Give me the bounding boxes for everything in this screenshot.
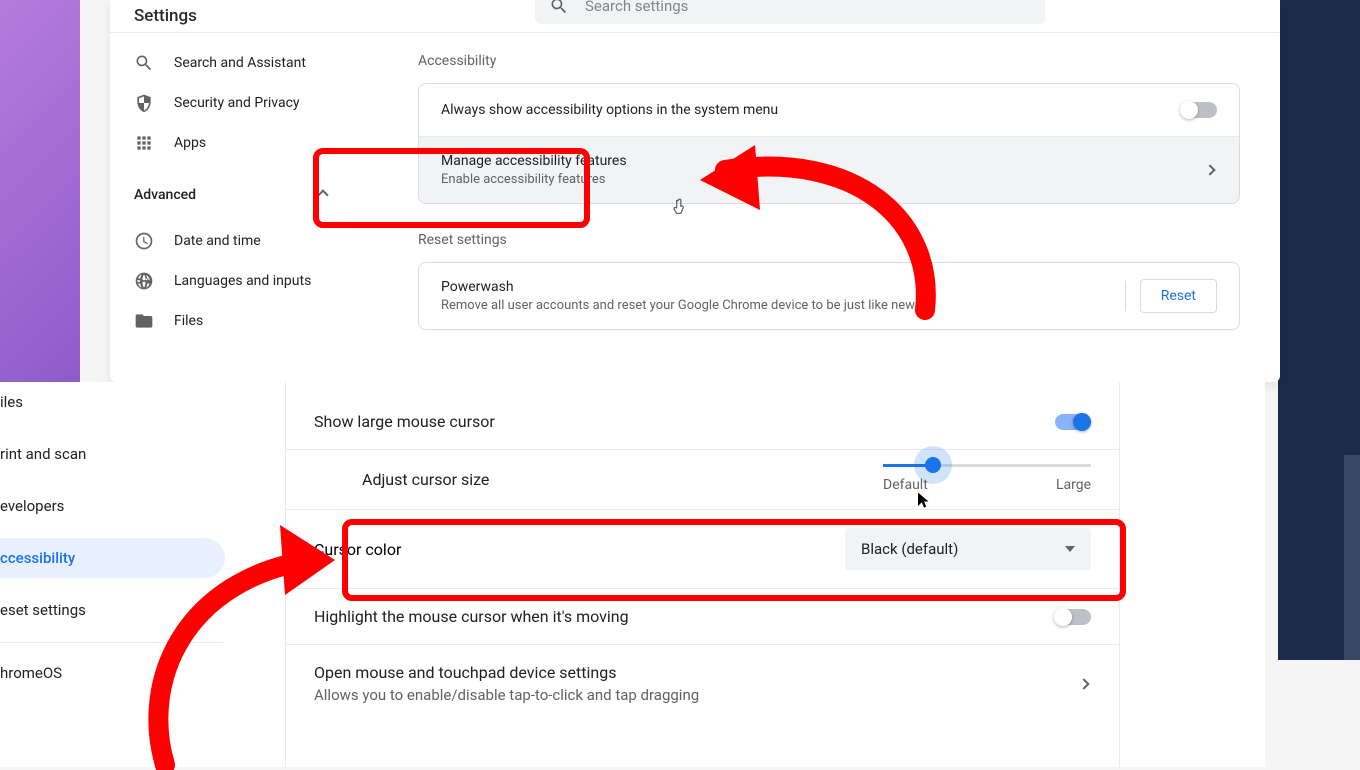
select-value: Black (default) bbox=[861, 540, 958, 558]
settings-sidebar-top: Search and Assistant Security and Privac… bbox=[110, 33, 370, 358]
sidebar-item-files-partial[interactable]: iles bbox=[0, 382, 225, 422]
row-label: Manage accessibility features bbox=[441, 153, 627, 169]
accessibility-mouse-settings: Show large mouse cursor Adjust cursor si… bbox=[285, 382, 1120, 767]
row-show-large-cursor: Show large mouse cursor bbox=[286, 394, 1119, 450]
row-adjust-cursor-size: Adjust cursor size Default Large bbox=[286, 450, 1119, 510]
globe-icon bbox=[134, 271, 154, 291]
row-cursor-color: Cursor color Black (default) bbox=[286, 510, 1119, 589]
chevron-right-icon bbox=[1077, 680, 1091, 688]
sidebar-item-label: Search and Assistant bbox=[174, 55, 306, 71]
sidebar-item-languages-inputs[interactable]: Languages and inputs bbox=[110, 261, 370, 301]
sidebar-item-date-time[interactable]: Date and time bbox=[110, 221, 370, 261]
row-label: Powerwash bbox=[441, 279, 918, 295]
search-icon bbox=[134, 53, 154, 73]
slider-max-label: Large bbox=[1056, 477, 1091, 493]
sidebar-item-chromeos-partial[interactable]: hromeOS bbox=[0, 653, 225, 693]
sidebar-item-accessibility-active[interactable]: ccessibility bbox=[0, 538, 225, 578]
row-sublabel: Enable accessibility features bbox=[441, 172, 627, 187]
settings-panel-bottom: iles rint and scan evelopers ccessibilit… bbox=[0, 382, 1265, 767]
sidebar-separator bbox=[0, 642, 225, 643]
row-label: Adjust cursor size bbox=[362, 464, 489, 489]
search-placeholder: Search settings bbox=[585, 0, 688, 15]
cursor-size-slider[interactable] bbox=[883, 464, 1091, 467]
row-label: Always show accessibility options in the… bbox=[441, 102, 778, 118]
section-heading-reset: Reset settings bbox=[418, 232, 1240, 248]
toggle-highlight-cursor[interactable] bbox=[1055, 609, 1091, 625]
sidebar-item-files[interactable]: Files bbox=[110, 301, 370, 341]
sidebar-item-reset-settings-partial[interactable]: eset settings bbox=[0, 590, 225, 630]
toggle-show-large-cursor[interactable] bbox=[1055, 414, 1091, 430]
apps-grid-icon bbox=[134, 133, 154, 153]
row-powerwash: Powerwash Remove all user accounts and r… bbox=[419, 263, 1239, 329]
sidebar-item-label: Files bbox=[174, 313, 203, 329]
row-label: Show large mouse cursor bbox=[314, 412, 495, 431]
sidebar-item-developers-partial[interactable]: evelopers bbox=[0, 486, 225, 526]
dropdown-icon bbox=[1065, 546, 1075, 552]
row-manage-accessibility-features[interactable]: Manage accessibility features Enable acc… bbox=[419, 136, 1239, 203]
sidebar-item-advanced[interactable]: Advanced bbox=[110, 175, 370, 215]
row-open-mouse-touchpad-settings[interactable]: Open mouse and touchpad device settings … bbox=[286, 645, 1119, 722]
settings-header: Settings Search settings bbox=[110, 0, 1280, 33]
row-always-show-accessibility: Always show accessibility options in the… bbox=[419, 84, 1239, 136]
row-sublabel: Allows you to enable/disable tap-to-clic… bbox=[314, 686, 699, 704]
sidebar-item-label: Date and time bbox=[174, 233, 261, 249]
row-sublabel: Remove all user accounts and reset your … bbox=[441, 298, 918, 313]
row-label: Open mouse and touchpad device settings bbox=[314, 663, 699, 682]
settings-sidebar-bottom: iles rint and scan evelopers ccessibilit… bbox=[0, 382, 225, 767]
divider bbox=[1125, 281, 1126, 311]
row-label: Highlight the mouse cursor when it's mov… bbox=[314, 607, 629, 626]
chevron-right-icon bbox=[1203, 166, 1217, 174]
wallpaper-left bbox=[0, 0, 80, 385]
toggle-always-show-accessibility[interactable] bbox=[1181, 102, 1217, 118]
reset-card: Powerwash Remove all user accounts and r… bbox=[418, 262, 1240, 330]
search-icon bbox=[549, 0, 569, 16]
sidebar-item-apps[interactable]: Apps bbox=[110, 123, 370, 163]
row-highlight-cursor-moving: Highlight the mouse cursor when it's mov… bbox=[286, 589, 1119, 645]
sidebar-item-label: Advanced bbox=[134, 187, 196, 203]
reset-button[interactable]: Reset bbox=[1140, 279, 1217, 313]
sidebar-item-label: Apps bbox=[174, 135, 206, 151]
folder-icon bbox=[134, 311, 154, 331]
cursor-hand-icon bbox=[670, 196, 690, 220]
sidebar-item-search-assistant[interactable]: Search and Assistant bbox=[110, 43, 370, 83]
sidebar-item-security-privacy[interactable]: Security and Privacy bbox=[110, 83, 370, 123]
accessibility-card: Always show accessibility options in the… bbox=[418, 83, 1240, 204]
clock-icon bbox=[134, 231, 154, 251]
section-heading-accessibility: Accessibility bbox=[418, 53, 1240, 69]
cursor-arrow-icon bbox=[915, 488, 933, 512]
sidebar-item-label: Languages and inputs bbox=[174, 273, 311, 289]
scrollbar-right[interactable] bbox=[1344, 455, 1360, 660]
search-settings-input[interactable]: Search settings bbox=[535, 0, 1045, 24]
settings-title: Settings bbox=[134, 6, 197, 26]
sidebar-item-print-scan-partial[interactable]: rint and scan bbox=[0, 434, 225, 474]
cursor-color-select[interactable]: Black (default) bbox=[845, 528, 1091, 570]
sidebar-item-label: Security and Privacy bbox=[174, 95, 300, 111]
settings-panel-top: Settings Search settings Search and Assi… bbox=[110, 0, 1280, 382]
row-label: Cursor color bbox=[314, 540, 401, 559]
chevron-up-icon bbox=[316, 191, 330, 199]
shield-icon bbox=[134, 93, 154, 113]
